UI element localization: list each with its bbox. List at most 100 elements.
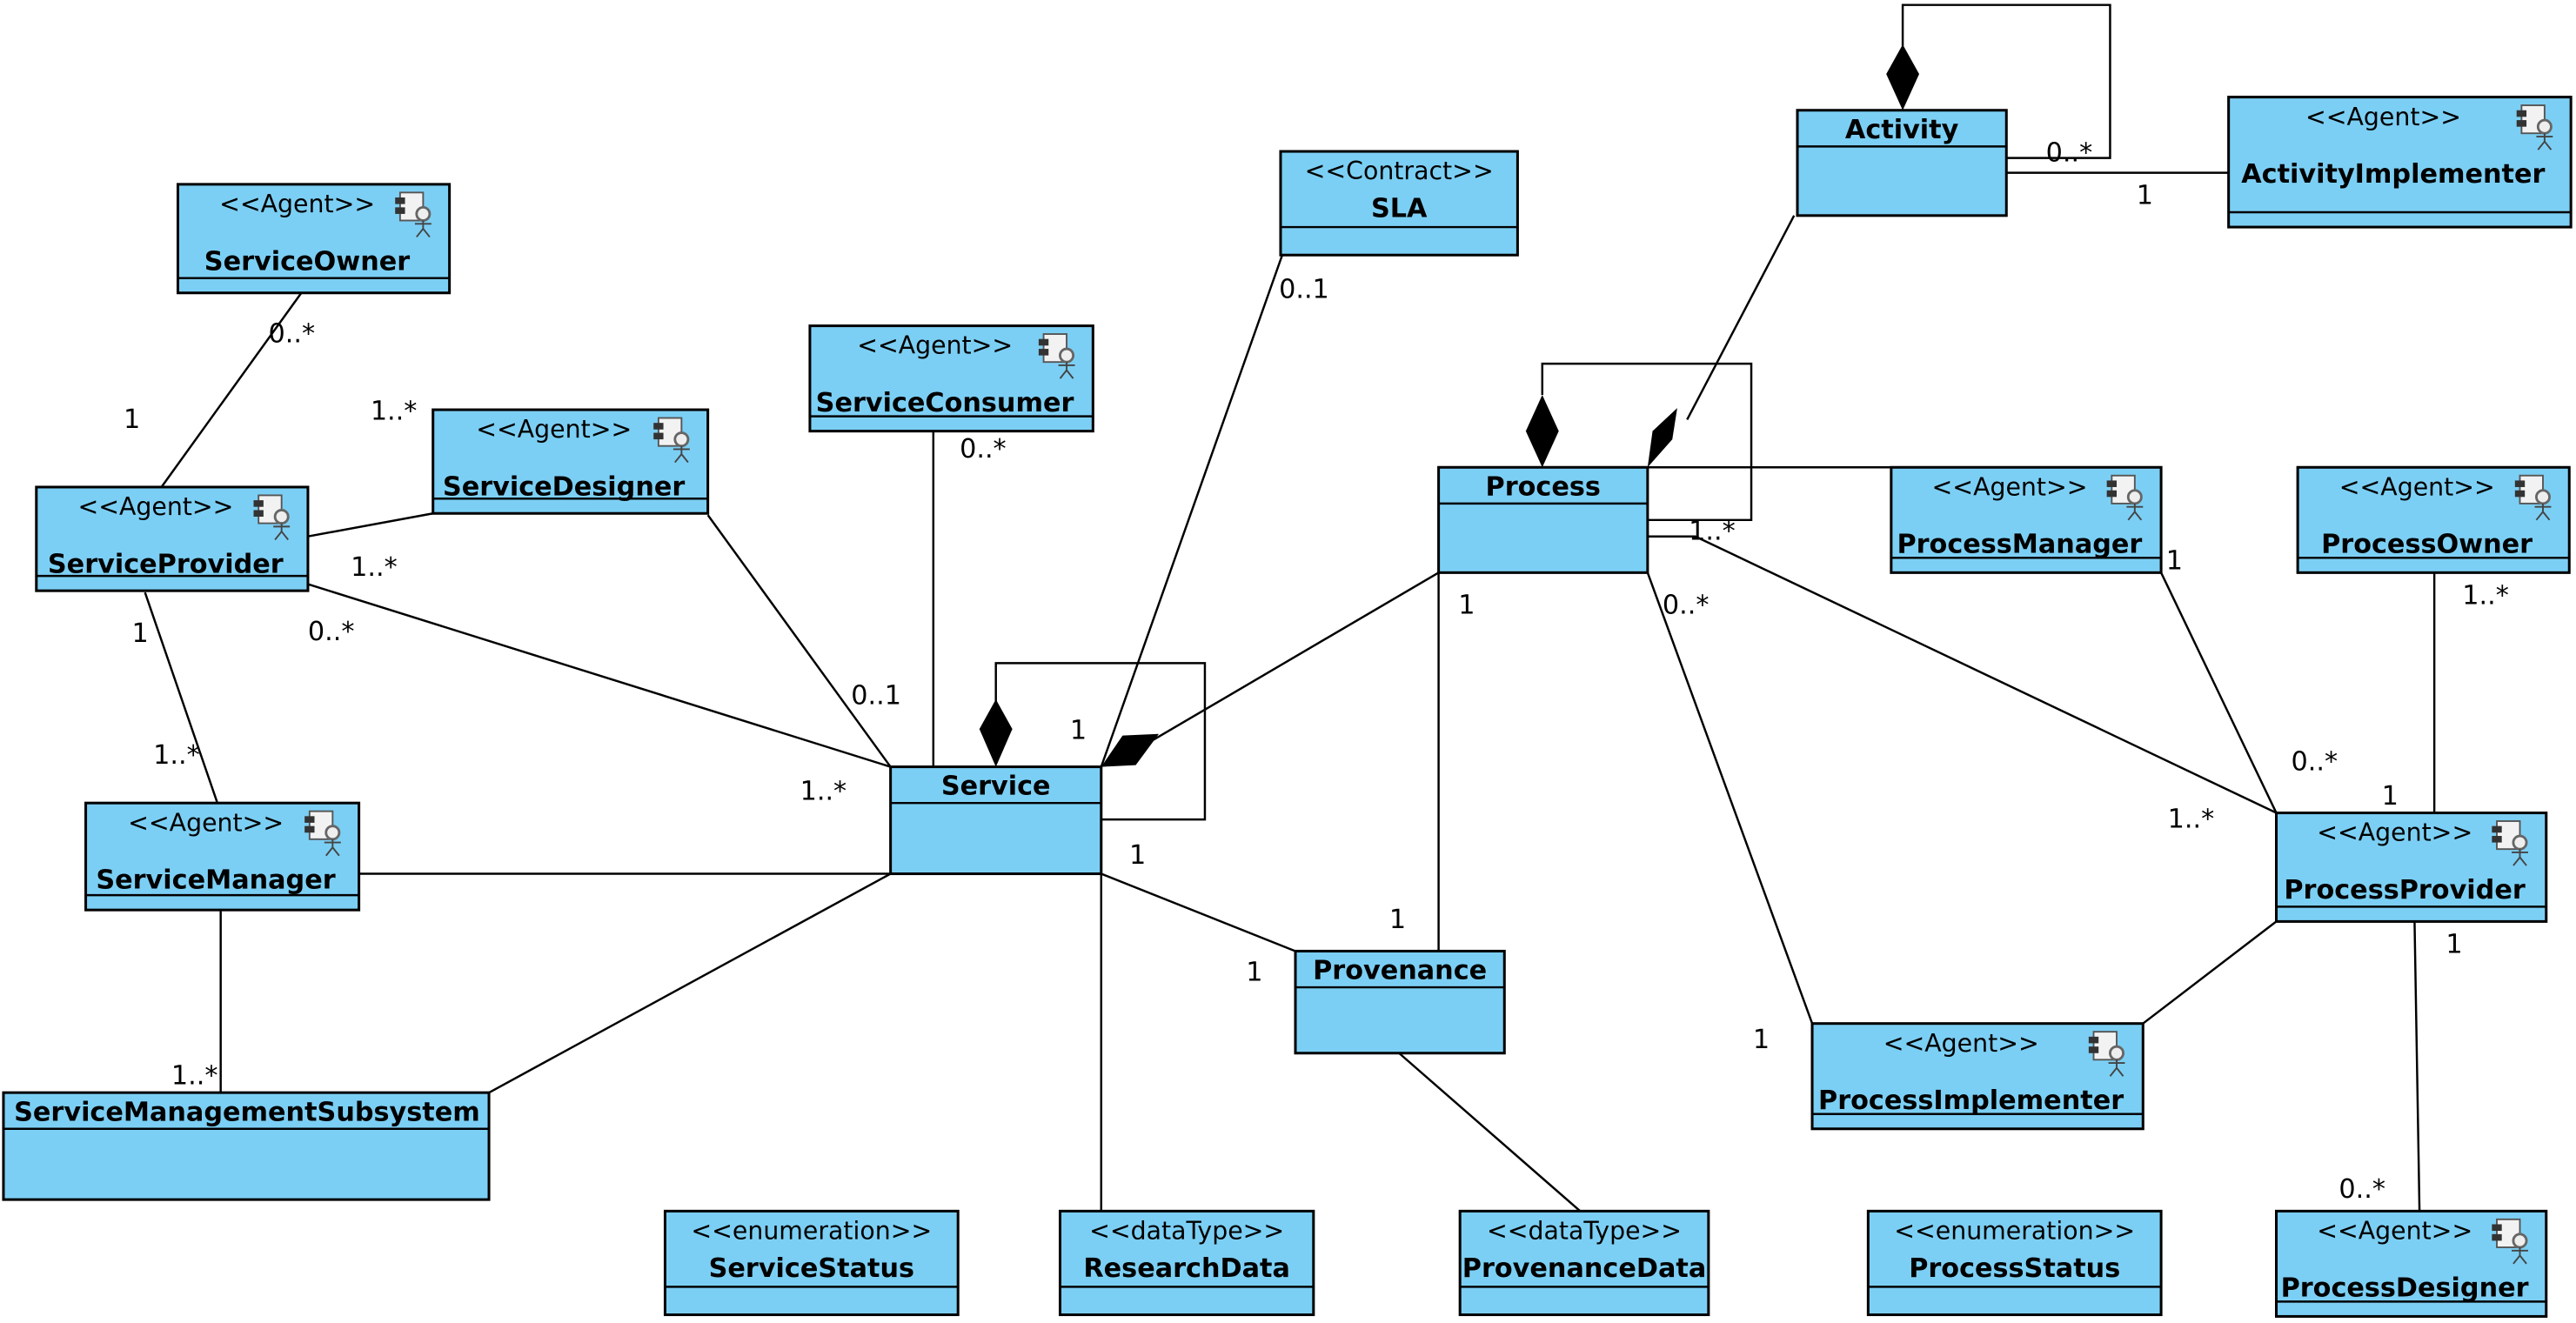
multiplicity-label: 1 [1389,905,1406,935]
class-name: ServiceManager [96,865,335,896]
class-name: ProcessDesigner [2281,1273,2529,1304]
class-service[interactable]: Service [889,765,1103,876]
multiplicity-label: 1..* [171,1061,218,1092]
class-servicedesigner[interactable]: <<Agent>> ServiceDesigner [432,408,710,515]
multiplicity-label: 0..1 [1279,274,1329,304]
multiplicity-label: 1..* [351,552,398,583]
multiplicity-label: 1 [124,404,140,435]
class-stereotype: <<enumeration>> [1894,1217,2135,1246]
class-name: ResearchData [1083,1253,1290,1284]
class-name: SLA [1371,194,1428,224]
class-processprovider[interactable]: <<Agent>> ProcessProvider [2275,812,2548,923]
class-name: ProvenanceData [1462,1253,1706,1284]
class-stereotype: <<Contract>> [1305,157,1494,185]
class-process[interactable]: Process [1437,465,1649,574]
diamond-service-self [979,699,1013,767]
class-stereotype: <<Agent>> [857,331,1013,360]
assoc-service-provenance[interactable] [1101,872,1296,952]
class-sla[interactable]: <<Contract>> SLA [1279,150,1519,257]
class-name: ServiceConsumer [816,388,1074,418]
multiplicity-label: 0..* [2292,746,2338,777]
assoc-pmanager-provider[interactable] [2159,571,2278,814]
class-stereotype: <<Agent>> [1883,1029,2039,1058]
class-servicemanagementsubsystem[interactable]: ServiceManagementSubsystem [2,1091,491,1201]
class-researchdata[interactable]: <<dataType>> ResearchData [1058,1209,1315,1317]
multiplicity-label: 1..* [2168,805,2215,835]
class-name: Provenance [1313,956,1487,986]
class-stereotype: <<dataType>> [1089,1217,1284,1246]
multiplicity-label: 0..* [960,434,1007,464]
multiplicity-label: 1 [1070,715,1087,745]
class-name: ProcessProvider [2284,875,2525,905]
class-stereotype: <<Agent>> [77,492,233,521]
class-stereotype: <<Agent>> [219,190,375,218]
class-name: ServiceProvider [48,549,284,579]
assoc-service-subsystem[interactable] [488,872,892,1094]
class-name: ProcessManager [1897,530,2142,560]
assoc-provider-manager[interactable] [144,591,219,804]
multiplicity-label: 1 [132,618,149,649]
class-servicemanager[interactable]: <<Agent>> ServiceManager [84,801,361,912]
multiplicity-label: 0..* [1663,591,1710,621]
uml-class-diagram: <<Agent>>ServiceOwner<<Agent>>ServicePro… [2,3,2573,1318]
multiplicity-label: 1..* [1689,517,1736,547]
class-activityimplementer[interactable]: <<Agent>> ActivityImplementer [2227,96,2573,229]
multiplicity-label: 1..* [371,396,418,426]
assoc-sla-service[interactable] [1100,254,1284,767]
class-serviceconsumer[interactable]: <<Agent>> ServiceConsumer [808,324,1094,433]
assoc-designer-service[interactable] [706,514,892,768]
class-name: Process [1486,471,1601,502]
assoc-activity-process[interactable] [1686,215,1796,420]
multiplicity-label: 0..* [308,617,355,647]
class-stereotype: <<Agent>> [2339,472,2495,501]
assoc-process-provider[interactable] [1647,535,2278,814]
assoc-provider-designer[interactable] [2413,921,2421,1212]
class-processimplementer[interactable]: <<Agent>> ProcessImplementer [1810,1022,2144,1131]
multiplicity-label: 1..* [2462,580,2509,611]
class-stereotype: <<Agent>> [2317,1217,2472,1246]
class-serviceprovider[interactable]: <<Agent>> ServiceProvider [35,485,310,592]
multiplicity-label: 1 [1753,1025,1770,1055]
class-name: ServiceManagementSubsystem [14,1097,480,1127]
multiplicity-label: 1 [1246,958,1262,988]
assoc-provider-designer[interactable] [307,512,433,538]
assoc-process-service[interactable] [1151,571,1440,742]
diamond-process-service [1101,733,1159,767]
class-stereotype: <<Agent>> [128,808,284,837]
class-stereotype: <<Agent>> [2305,103,2461,131]
multiplicity-label: 1 [2137,181,2153,211]
multiplicity-label: 1 [1458,591,1475,621]
class-serviceowner[interactable]: <<Agent>> ServiceOwner [176,183,452,295]
class-activity[interactable]: Activity [1796,109,2008,217]
class-provenance[interactable]: Provenance [1294,949,1506,1055]
class-name: Service [941,772,1051,802]
class-name: Activity [1845,115,1959,145]
class-processowner[interactable]: <<Agent>> ProcessOwner [2296,465,2571,574]
multiplicity-label: 1..* [153,740,200,771]
multiplicity-label: 1 [1129,840,1146,871]
assoc-provider-implementer[interactable] [2142,920,2278,1025]
class-name: ProcessImplementer [1818,1086,2124,1116]
multiplicity-label: 0..* [2338,1174,2385,1205]
class-stereotype: <<enumeration>> [691,1217,932,1246]
multiplicity-label: 1 [2446,929,2462,959]
class-processdesigner[interactable]: <<Agent>> ProcessDesigner [2275,1209,2548,1318]
class-name: ServiceOwner [204,246,410,277]
multiplicity-label: 0..* [269,318,316,349]
class-processmanager[interactable]: <<Agent>> ProcessManager [1890,465,2163,574]
class-servicestatus[interactable]: <<enumeration>> ServiceStatus [663,1209,960,1317]
class-provenancedata[interactable]: <<dataType>> ProvenanceData [1458,1209,1710,1317]
class-name: ProcessOwner [2321,530,2533,560]
class-stereotype: <<Agent>> [1932,472,2088,501]
assoc-provider-service[interactable] [307,583,892,768]
multiplicity-label: 1..* [800,776,847,806]
class-name: ProcessStatus [1909,1253,2120,1284]
class-stereotype: <<Agent>> [476,415,632,444]
class-name: ServiceStatus [709,1253,914,1284]
class-processstatus[interactable]: <<enumeration>> ProcessStatus [1866,1209,2163,1317]
multiplicity-label: 1 [2166,546,2183,577]
assoc-process-implementer[interactable] [1646,571,1814,1025]
assoc-provenance-provenancedata[interactable] [1398,1052,1582,1213]
multiplicity-label: 0..1 [851,681,901,712]
multiplicity-label: 0..* [2046,137,2093,168]
